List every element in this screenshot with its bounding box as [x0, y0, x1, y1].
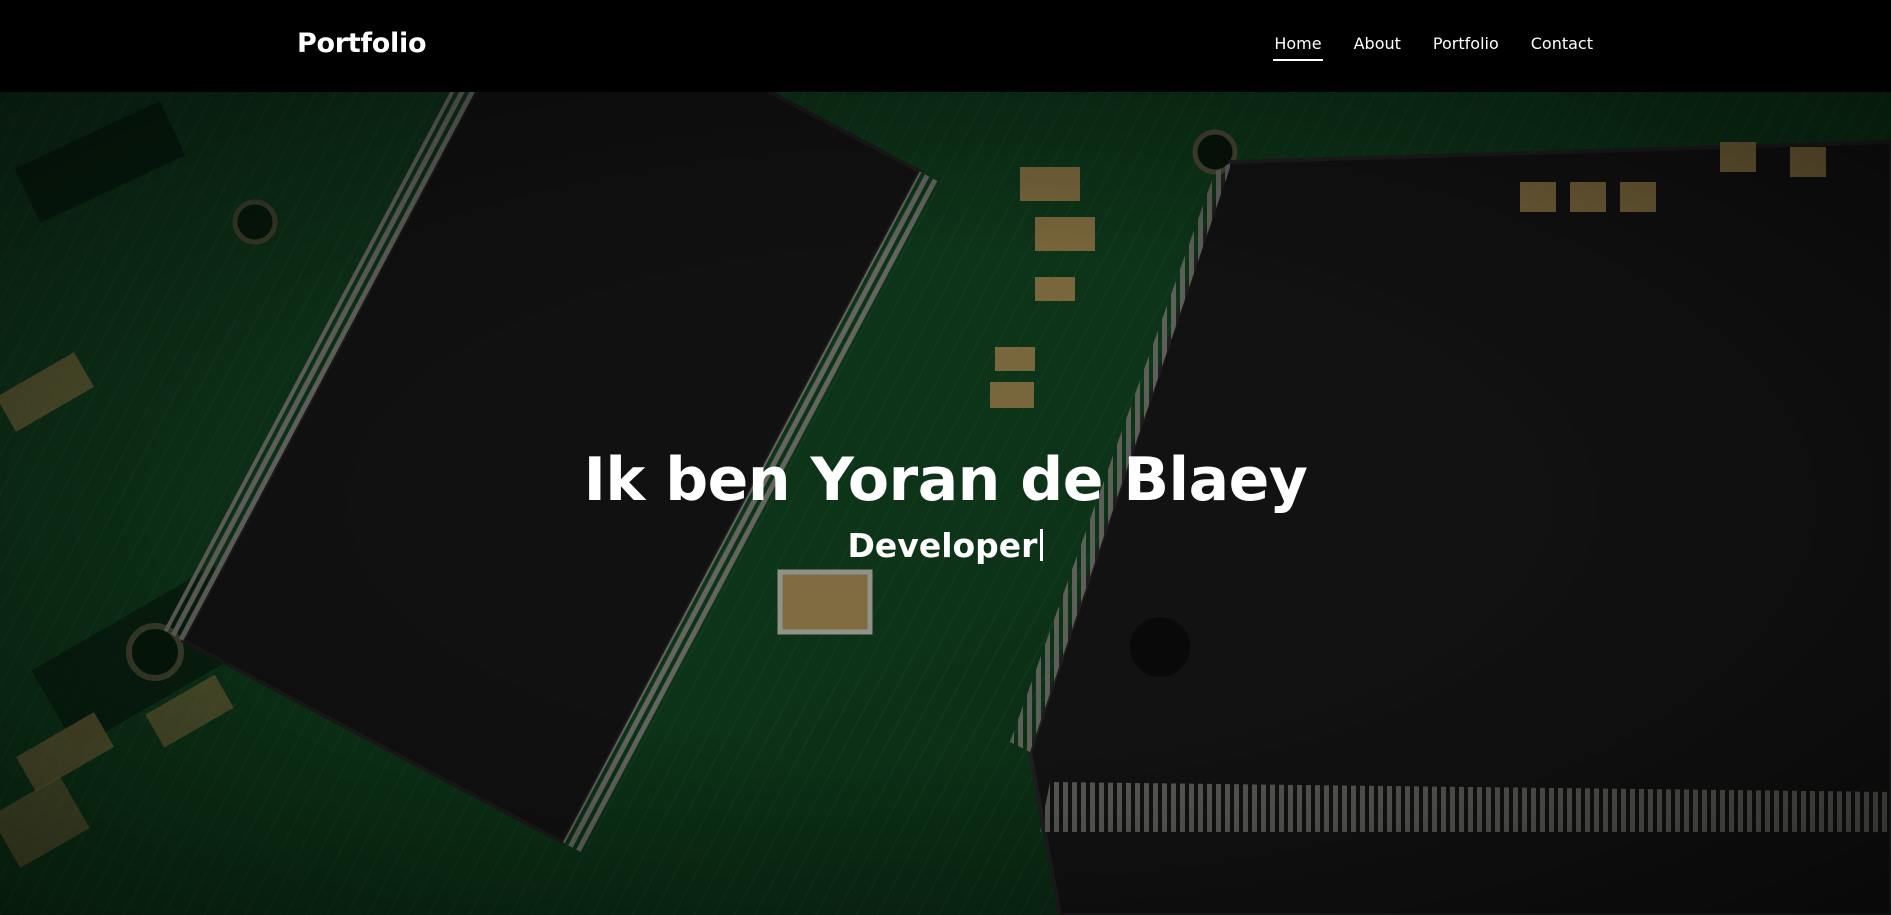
nav-about[interactable]: About — [1354, 33, 1401, 55]
nav-contact[interactable]: Contact — [1531, 33, 1593, 55]
text-cursor-icon — [1040, 529, 1044, 561]
site-header: Portfolio Home About Portfolio Contact — [0, 0, 1891, 92]
nav-portfolio[interactable]: Portfolio — [1433, 33, 1499, 55]
hero-subtitle-text: Developer — [847, 526, 1038, 565]
page: Portfolio Home About Portfolio Contact I… — [0, 0, 1891, 915]
hero-subtitle: Developer — [0, 524, 1891, 568]
hero-section: Ik ben Yoran de Blaey Developer — [0, 92, 1891, 915]
hero-content: Ik ben Yoran de Blaey Developer — [0, 92, 1891, 915]
brand-logo[interactable]: Portfolio — [297, 26, 427, 62]
main-nav: Home About Portfolio Contact — [1273, 33, 1593, 61]
hero-title: Ik ben Yoran de Blaey — [583, 445, 1308, 515]
nav-home[interactable]: Home — [1273, 33, 1323, 61]
